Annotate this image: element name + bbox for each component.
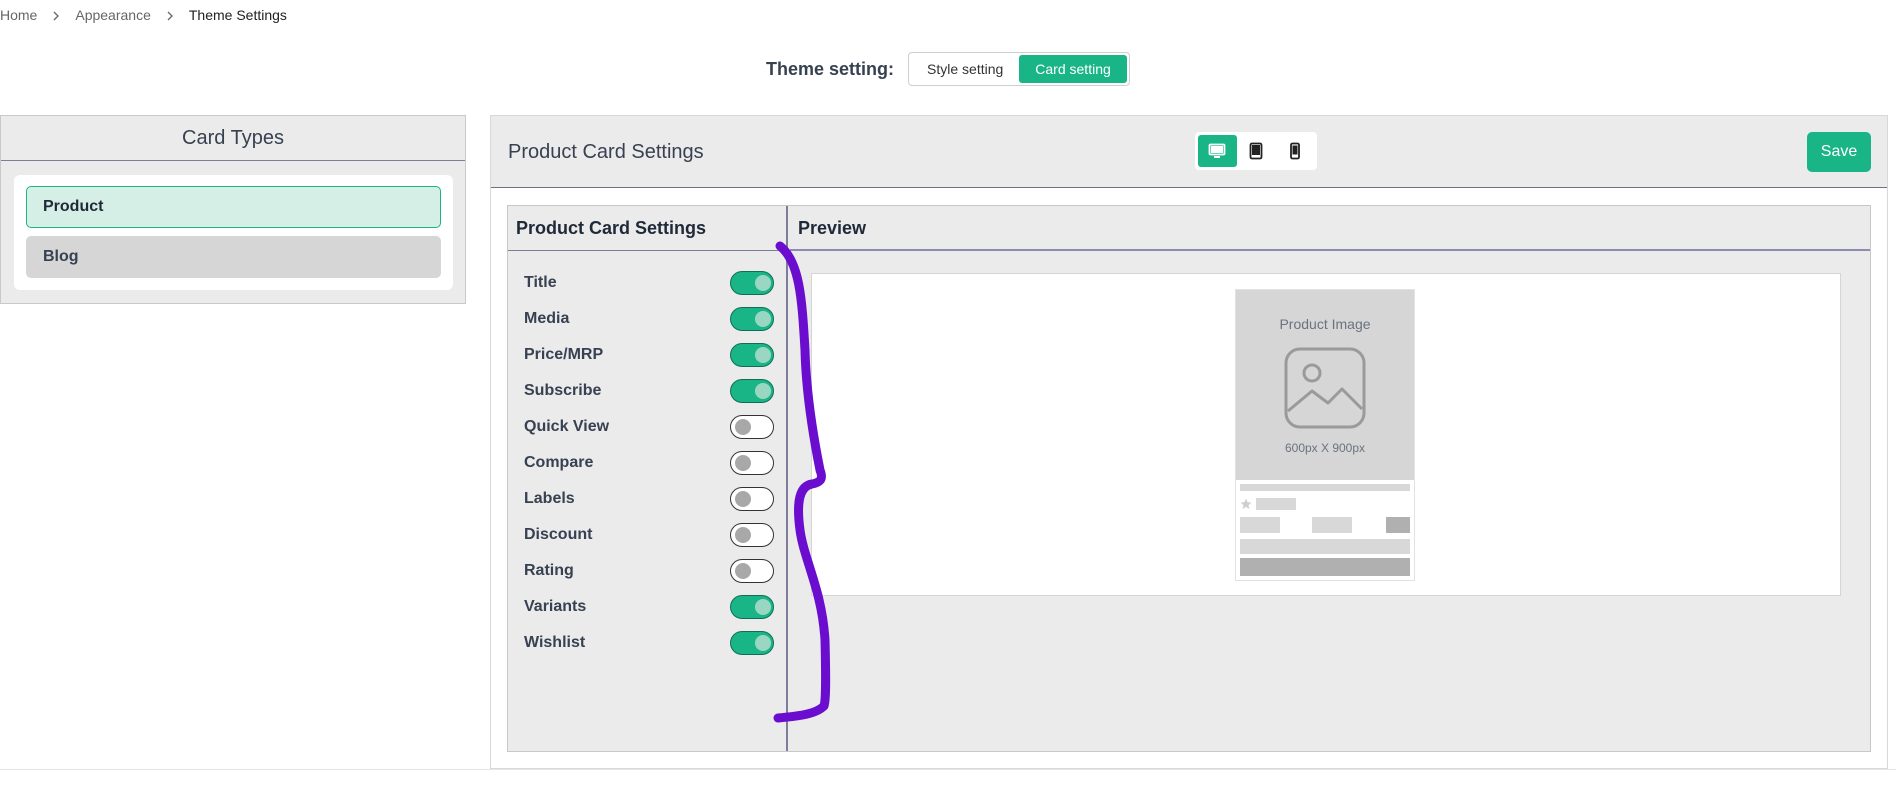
breadcrumb-home[interactable]: Home xyxy=(0,7,37,23)
variant-placeholder xyxy=(1240,539,1410,554)
image-icon xyxy=(1284,347,1366,429)
product-image-label: Product Image xyxy=(1279,316,1371,332)
product-image-placeholder: Product Image 600px X 900px xyxy=(1236,290,1414,480)
settings-column: Product Card Settings Title Media Price/MR… xyxy=(508,206,788,751)
toggle-switch[interactable] xyxy=(730,451,774,475)
title-placeholder xyxy=(1240,484,1410,491)
mobile-icon xyxy=(1289,142,1300,160)
toggle-switch[interactable] xyxy=(730,487,774,511)
toggle-knob xyxy=(735,527,751,543)
chevron-right-icon xyxy=(151,7,189,23)
toggle-row-variants: Variants xyxy=(524,594,774,620)
page-divider xyxy=(0,769,1896,770)
panel-header: Product Card Settings Save xyxy=(491,116,1887,188)
toggle-label: Rating xyxy=(524,562,574,579)
preview-title: Preview xyxy=(790,206,1870,251)
theme-setting-toggle: Style setting Card setting xyxy=(908,52,1130,86)
toggle-knob xyxy=(735,563,751,579)
toggle-knob xyxy=(735,419,751,435)
toggle-row-rating: Rating xyxy=(524,558,774,584)
breadcrumb-appearance[interactable]: Appearance xyxy=(75,7,151,23)
toggle-label: Labels xyxy=(524,490,575,507)
preview-column: Preview Product Image 600px X 900px xyxy=(790,206,1870,751)
toggle-row-title: Title xyxy=(524,270,774,296)
toggle-row-discount: Discount xyxy=(524,522,774,548)
preview-area: Product Image 600px X 900px xyxy=(811,273,1841,596)
desktop-icon xyxy=(1208,143,1226,158)
toggle-row-compare: Compare xyxy=(524,450,774,476)
toggle-knob xyxy=(735,491,751,507)
card-types-title: Card Types xyxy=(1,116,465,161)
price-placeholder xyxy=(1240,517,1280,533)
product-image-size: 600px X 900px xyxy=(1284,441,1366,455)
toggle-row-subscribe: Subscribe xyxy=(524,378,774,404)
toggle-switch[interactable] xyxy=(730,307,774,331)
toggle-row-price-mrp: Price/MRP xyxy=(524,342,774,368)
toggle-knob xyxy=(735,455,751,471)
toggle-knob xyxy=(755,275,771,291)
style-setting-button[interactable]: Style setting xyxy=(911,55,1019,83)
toggle-label: Variants xyxy=(524,598,587,615)
toggle-switch[interactable] xyxy=(730,379,774,403)
card-types-list: Product Blog xyxy=(14,175,453,290)
wishlist-placeholder xyxy=(1386,517,1410,533)
star-icon xyxy=(1240,498,1252,509)
toggle-knob xyxy=(755,599,771,615)
toggle-switch[interactable] xyxy=(730,271,774,295)
toggle-switch[interactable] xyxy=(730,631,774,655)
product-card-settings-panel: Product Card Settings Save Product Card … xyxy=(490,115,1888,769)
breadcrumb-theme-settings: Theme Settings xyxy=(188,7,287,23)
card-type-blog[interactable]: Blog xyxy=(26,236,441,278)
toggle-switch[interactable] xyxy=(730,523,774,547)
toggle-knob xyxy=(755,311,771,327)
toggle-label: Subscribe xyxy=(524,382,602,399)
theme-setting-label: Theme setting: xyxy=(766,58,895,79)
toggle-label: Price/MRP xyxy=(524,346,604,363)
toggle-switch[interactable] xyxy=(730,415,774,439)
toggle-label: Title xyxy=(524,274,557,291)
toggle-row-wishlist: Wishlist xyxy=(524,630,774,656)
rating-placeholder xyxy=(1256,498,1296,510)
device-switcher xyxy=(1195,132,1317,170)
toggle-label: Discount xyxy=(524,526,593,543)
card-type-product[interactable]: Product xyxy=(26,186,441,228)
settings-and-preview: Product Card Settings Title Media Price/MR… xyxy=(507,205,1871,752)
toggle-switch[interactable] xyxy=(730,595,774,619)
toggle-label: Media xyxy=(524,310,570,327)
toggle-knob xyxy=(755,347,771,363)
card-setting-button[interactable]: Card setting xyxy=(1019,55,1127,83)
toggle-row-media: Media xyxy=(524,306,774,332)
desktop-view-button[interactable] xyxy=(1198,135,1237,167)
theme-setting-row: Theme setting: Style setting Card settin… xyxy=(766,52,1130,86)
tablet-icon xyxy=(1249,142,1263,160)
add-to-cart-placeholder xyxy=(1240,558,1410,576)
panel-title: Product Card Settings xyxy=(508,141,704,163)
toggle-switch[interactable] xyxy=(730,343,774,367)
mrp-placeholder xyxy=(1312,517,1352,533)
card-types-panel: Card Types Product Blog xyxy=(0,115,466,304)
toggle-knob xyxy=(755,635,771,651)
toggle-label: Compare xyxy=(524,454,594,471)
breadcrumb: Home Appearance Theme Settings xyxy=(0,6,287,24)
product-card-preview: Product Image 600px X 900px xyxy=(1235,289,1415,581)
settings-column-title: Product Card Settings xyxy=(508,206,786,251)
toggle-row-quick-view: Quick View xyxy=(524,414,774,440)
chevron-right-icon xyxy=(37,7,75,23)
mobile-view-button[interactable] xyxy=(1275,135,1314,167)
toggle-switch[interactable] xyxy=(730,559,774,583)
toggle-row-labels: Labels xyxy=(524,486,774,512)
toggle-knob xyxy=(755,383,771,399)
toggle-label: Wishlist xyxy=(524,634,586,651)
save-button[interactable]: Save xyxy=(1807,132,1871,172)
tablet-view-button[interactable] xyxy=(1237,135,1276,167)
toggle-label: Quick View xyxy=(524,418,610,435)
